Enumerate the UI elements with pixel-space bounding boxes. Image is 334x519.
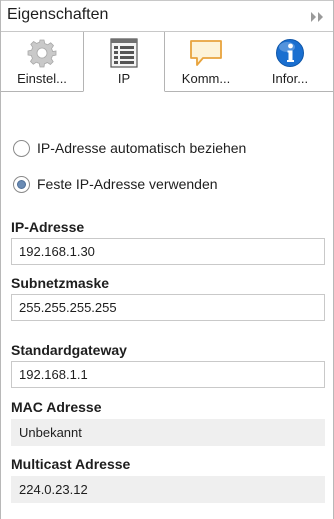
tab-label-kommunikation: Komm... <box>181 71 231 86</box>
info-icon <box>247 38 333 68</box>
gateway-label: Standardgateway <box>11 342 127 358</box>
speech-bubble-icon <box>165 38 247 68</box>
ip-settings-form: IP-Adresse automatisch beziehen Feste IP… <box>1 92 333 519</box>
subnet-mask-label: Subnetzmaske <box>11 275 110 291</box>
radio-auto-ip[interactable]: IP-Adresse automatisch beziehen <box>13 137 246 159</box>
ip-address-label: IP-Adresse <box>11 219 85 235</box>
ip-address-field[interactable]: 192.168.1.30 <box>11 238 325 265</box>
subnet-mask-field[interactable]: 255.255.255.255 <box>11 294 325 321</box>
radio-button-auto[interactable] <box>13 139 30 157</box>
mac-address-label: MAC Adresse <box>11 399 102 415</box>
tab-information[interactable]: Infor... <box>247 32 333 92</box>
mac-address-value: Unbekannt <box>11 419 325 446</box>
tab-kommunikation[interactable]: Komm... <box>165 32 247 92</box>
tab-label-ip: IP <box>117 71 131 86</box>
gear-icon <box>1 38 83 68</box>
radio-label-auto: IP-Adresse automatisch beziehen <box>37 140 247 156</box>
tab-label-information: Infor... <box>271 71 309 86</box>
panel-title: Eigenschaften <box>7 6 109 23</box>
multicast-label: Multicast Adresse <box>11 456 131 472</box>
radio-label-fixed: Feste IP-Adresse verwenden <box>37 176 218 192</box>
tab-bar: Einstel... IP Komm... Infor... <box>1 32 333 92</box>
multicast-value: 224.0.23.12 <box>11 476 325 503</box>
radio-fixed-ip[interactable]: Feste IP-Adresse verwenden <box>13 173 218 195</box>
radio-button-fixed[interactable] <box>13 175 30 193</box>
gateway-field[interactable]: 192.168.1.1 <box>11 361 325 388</box>
panel-header: Eigenschaften <box>1 0 333 32</box>
tab-ip[interactable]: IP <box>83 32 165 92</box>
ip-list-icon <box>84 38 164 68</box>
properties-panel: Eigenschaften Einstel... IP Komm... Info… <box>0 0 334 519</box>
tab-label-einstellungen: Einstel... <box>17 71 67 86</box>
tab-einstellungen[interactable]: Einstel... <box>1 32 83 92</box>
double-chevron-right-icon[interactable] <box>309 10 325 22</box>
